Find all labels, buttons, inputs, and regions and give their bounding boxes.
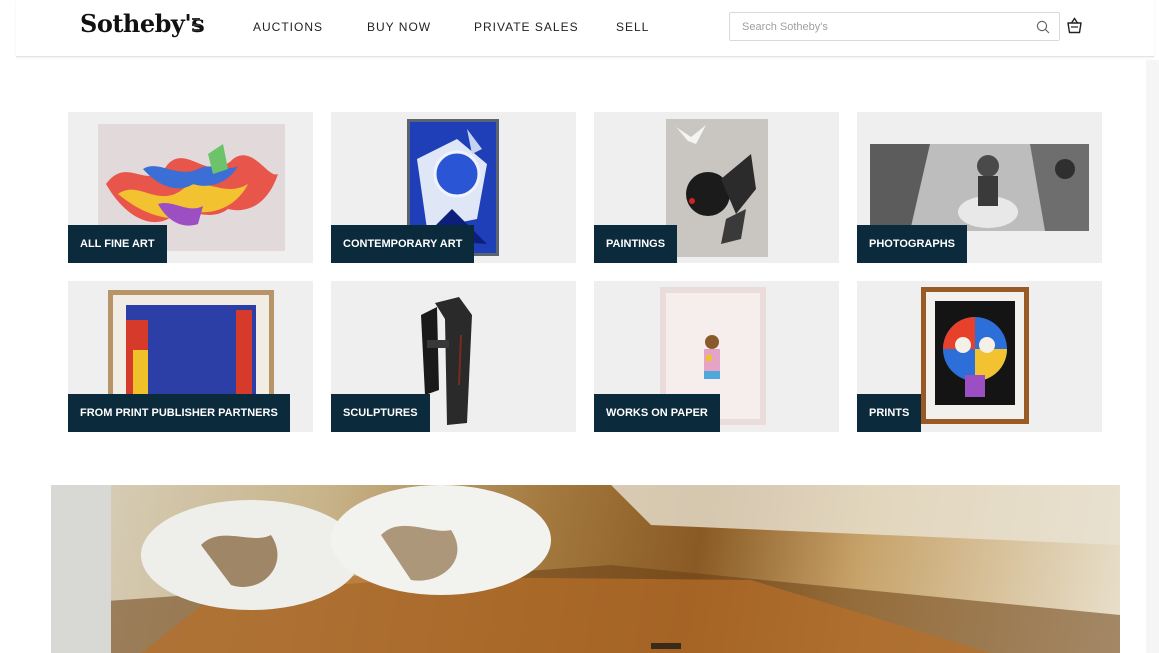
category-image xyxy=(921,287,1029,424)
category-card-photographs[interactable]: PHOTOGRAPHS xyxy=(857,112,1102,263)
nav-private-sales[interactable]: PRIVATE SALES xyxy=(474,20,579,34)
page-edge xyxy=(1146,60,1159,653)
category-label[interactable]: PHOTOGRAPHS xyxy=(857,225,967,263)
category-card-prints[interactable]: PRINTS xyxy=(857,281,1102,432)
category-card-all-fine-art[interactable]: ALL FINE ART xyxy=(68,112,313,263)
nav-buy-now[interactable]: BUY NOW xyxy=(367,20,431,34)
hero-photo xyxy=(51,485,1120,653)
nav-auctions[interactable]: AUCTIONS xyxy=(253,20,323,34)
category-image xyxy=(666,119,768,257)
category-image xyxy=(870,144,1089,231)
logo-est-mark xyxy=(192,18,200,31)
hero-banner-image[interactable] xyxy=(51,485,1120,653)
category-label[interactable]: PAINTINGS xyxy=(594,225,678,263)
search-icon[interactable] xyxy=(1036,20,1050,34)
category-label[interactable]: FROM PRINT PUBLISHER PARTNERS xyxy=(68,394,290,432)
category-image xyxy=(108,290,274,400)
category-label[interactable]: WORKS ON PAPER xyxy=(594,394,720,432)
category-card-works-on-paper[interactable]: WORKS ON PAPER xyxy=(594,281,839,432)
search-box xyxy=(729,12,1060,41)
category-card-sculptures[interactable]: SCULPTURES xyxy=(331,281,576,432)
category-card-contemporary-art[interactable]: CONTEMPORARY ART xyxy=(331,112,576,263)
category-label[interactable]: CONTEMPORARY ART xyxy=(331,225,475,263)
nav-sell[interactable]: SELL xyxy=(616,20,649,34)
site-header: Sotheby's AUCTIONS BUY NOW PRIVATE SALES… xyxy=(16,0,1154,57)
category-label[interactable]: SCULPTURES xyxy=(331,394,430,432)
shopping-bag-icon[interactable] xyxy=(1066,17,1083,34)
category-label[interactable]: PRINTS xyxy=(857,394,922,432)
sothebys-logo[interactable]: Sotheby's xyxy=(80,9,205,38)
category-card-paintings[interactable]: PAINTINGS xyxy=(594,112,839,263)
search-input[interactable] xyxy=(742,19,1022,35)
category-card-print-publisher[interactable]: FROM PRINT PUBLISHER PARTNERS xyxy=(68,281,313,432)
category-label[interactable]: ALL FINE ART xyxy=(68,225,167,263)
